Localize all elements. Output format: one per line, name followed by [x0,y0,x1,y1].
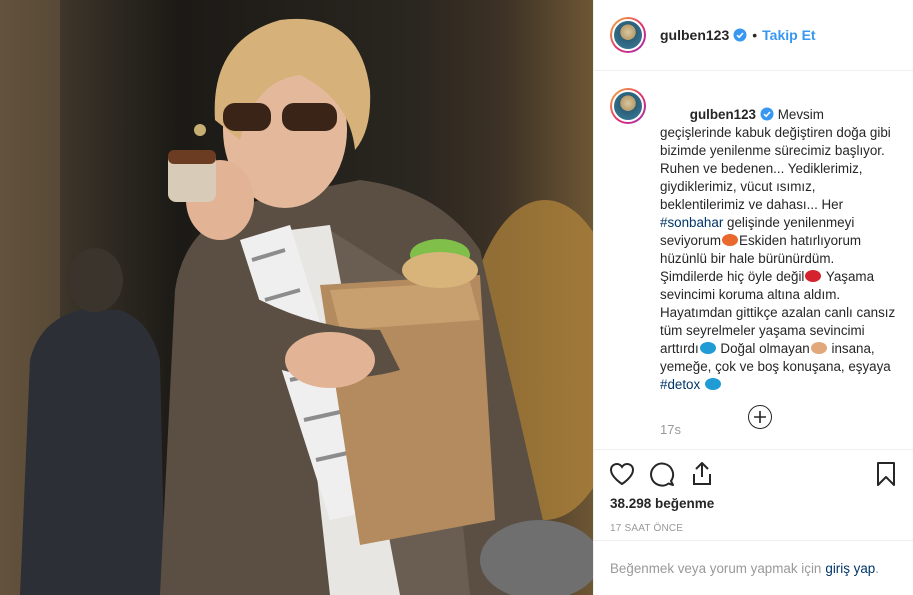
hashtag-link[interactable]: #detox [660,377,700,392]
comments-area: gulben123 Mevsim geçişlerinde kabuk deği… [594,72,913,460]
post-actions-section: 38.298 beğenme 17 SAAT ÖNCE [594,449,913,534]
caption-segment: Doğal olmayan [716,341,810,356]
post-timestamp[interactable]: 17 SAAT ÖNCE [610,523,898,534]
caption-username[interactable]: gulben123 [690,107,756,122]
verified-badge-icon [760,107,774,121]
hashtag-link[interactable]: #sonbahar [660,215,723,230]
post-header: gulben123 • Takip Et [594,0,913,71]
pointing-hand-emoji [810,342,827,354]
caption: gulben123 Mevsim geçişlerinde kabuk deği… [610,88,898,412]
login-prompt: Beğenmek veya yorum yapmak için giriş ya… [594,540,913,595]
login-prompt-end: . [875,560,879,576]
heart-icon[interactable] [602,454,642,494]
post-side-panel: gulben123 • Takip Et gulben123 Mevsim ge… [593,0,913,595]
profile-avatar[interactable] [610,17,646,53]
sunglasses-emoji [704,378,721,390]
bookmark-icon[interactable] [866,454,906,494]
action-bar [602,450,898,498]
follow-button[interactable]: Takip Et [762,27,815,43]
caption-text: gulben123 Mevsim geçişlerinde kabuk deği… [660,88,898,412]
login-prompt-text: Beğenmek veya yorum yapmak için [610,560,822,576]
photo-illustration [0,0,593,595]
lips-emoji [805,270,822,282]
likes-count[interactable]: 38.298 beğenme [610,496,898,511]
share-icon[interactable] [682,454,722,494]
sunglasses-emoji [699,342,716,354]
caption-segment [700,377,704,392]
verified-badge-icon [733,28,747,42]
login-link[interactable]: giriş yap [825,561,875,576]
separator-dot: • [752,27,758,43]
plus-circle-icon[interactable] [748,405,772,429]
leaf-emoji [722,234,739,246]
caption-avatar[interactable] [610,88,646,124]
comment-icon[interactable] [642,454,682,494]
caption-time: 17s [660,422,681,437]
username-link[interactable]: gulben123 [660,27,729,43]
caption-segment: Mevsim geçişlerinde kabuk değiştiren doğ… [660,107,895,212]
post-photo[interactable] [0,0,593,595]
